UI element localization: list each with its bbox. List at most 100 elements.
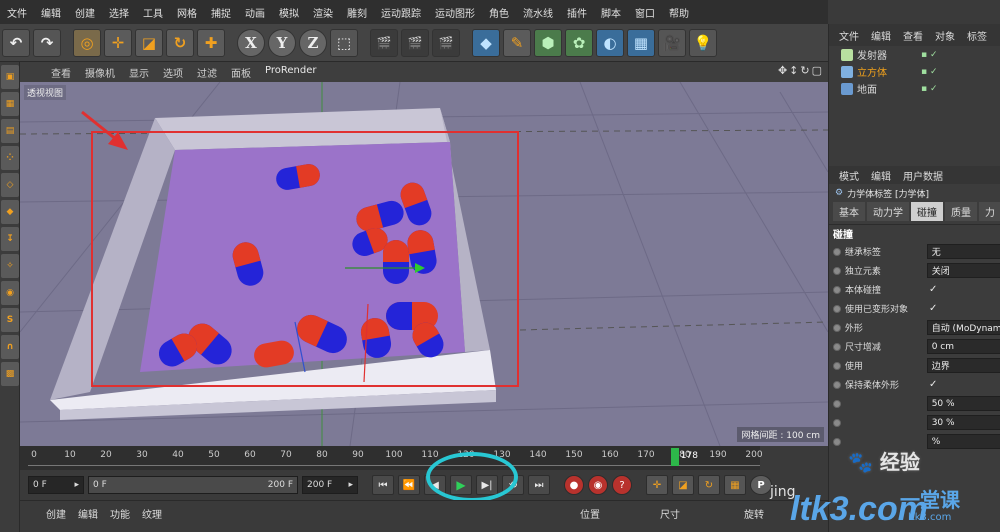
- polygons-mode-icon[interactable]: ◆: [1, 200, 19, 224]
- viewport-menu-item-4[interactable]: 过滤: [190, 65, 224, 80]
- menu-item-15[interactable]: 插件: [560, 5, 594, 20]
- animate-dot-icon[interactable]: [833, 418, 841, 427]
- animate-dot-icon[interactable]: [833, 399, 841, 408]
- key-position-icon[interactable]: ✛: [646, 475, 668, 495]
- previous-key-icon[interactable]: ⏪: [398, 475, 420, 495]
- attribute-value-field[interactable]: 关闭: [926, 263, 1000, 278]
- points-mode-icon[interactable]: ⁘: [1, 146, 19, 170]
- menu-item-7[interactable]: 动画: [238, 5, 272, 20]
- attr-menu-mode[interactable]: 模式: [839, 168, 859, 183]
- deformer-icon[interactable]: ◐: [596, 28, 624, 57]
- redo-button[interactable]: ↷: [33, 28, 61, 57]
- go-to-start-icon[interactable]: ⏮: [372, 475, 394, 495]
- viewport-navigation-icons[interactable]: ✥↕↻▢: [778, 64, 824, 77]
- viewport-menu-item-2[interactable]: 显示: [122, 65, 156, 80]
- object-manager-tab-3[interactable]: 对象: [929, 28, 961, 43]
- menu-item-13[interactable]: 角色: [482, 5, 516, 20]
- object-manager-tab-2[interactable]: 查看: [897, 28, 929, 43]
- attribute-tab-3[interactable]: 质量: [945, 201, 977, 221]
- object-visibility-flags-icon[interactable]: ▪ ✓: [921, 67, 938, 77]
- snap-icon[interactable]: ◉: [1, 281, 19, 305]
- rotate-icon[interactable]: ↻: [166, 28, 194, 57]
- menu-item-10[interactable]: 雕刻: [340, 5, 374, 20]
- start-frame-field[interactable]: 0 F ▸: [28, 476, 84, 494]
- render-picture-viewer-icon[interactable]: 🎬: [401, 28, 429, 57]
- viewport-menu-item-3[interactable]: 选项: [156, 65, 190, 80]
- autokey-icon[interactable]: ◉: [588, 475, 608, 495]
- light-icon[interactable]: 💡: [689, 28, 717, 57]
- subdivision-icon[interactable]: ⬢: [534, 28, 562, 57]
- camera-icon[interactable]: 🎥: [658, 28, 686, 57]
- menu-item-11[interactable]: 运动跟踪: [374, 5, 428, 20]
- mograph-icon[interactable]: ✿: [565, 28, 593, 57]
- axis-mode-icon[interactable]: ↧: [1, 227, 19, 251]
- menu-item-17[interactable]: 窗口: [628, 5, 662, 20]
- attribute-value-field[interactable]: 30 %: [926, 415, 1000, 430]
- animate-dot-icon[interactable]: [833, 266, 841, 275]
- attribute-tab-1[interactable]: 动力学: [867, 201, 909, 221]
- animate-dot-icon[interactable]: [833, 380, 841, 389]
- animate-dot-icon[interactable]: [833, 304, 841, 313]
- object-row[interactable]: 立方体 ▪ ✓: [829, 63, 1000, 80]
- menu-item-18[interactable]: 帮助: [662, 5, 696, 20]
- animate-dot-icon[interactable]: [833, 247, 841, 256]
- attribute-value-field[interactable]: 无: [926, 244, 1000, 259]
- menu-item-6[interactable]: 捕捉: [204, 5, 238, 20]
- timeline-ruler[interactable]: 0 10 20 30 40 50 60 70 80 90 100 110 120 130 140 150 160…: [20, 446, 763, 470]
- viewport-menu-item-0[interactable]: 查看: [44, 65, 78, 80]
- object-visibility-flags-icon[interactable]: ▪ ✓: [921, 84, 938, 94]
- viewport-menu-item-1[interactable]: 摄像机: [78, 65, 122, 80]
- material-menu-function[interactable]: 功能: [110, 506, 130, 521]
- frame-range-slider[interactable]: 0 F 200 F: [88, 476, 298, 494]
- object-manager-tab-0[interactable]: 文件: [833, 28, 865, 43]
- record-icon[interactable]: ●: [564, 475, 584, 495]
- model-mode-icon[interactable]: ▣: [1, 65, 19, 89]
- material-menu-edit[interactable]: 编辑: [78, 506, 98, 521]
- menu-item-8[interactable]: 模拟: [272, 5, 306, 20]
- tweak-icon[interactable]: ✧: [1, 254, 19, 278]
- attr-menu-edit[interactable]: 编辑: [871, 168, 891, 183]
- scale-icon[interactable]: ◪: [135, 28, 163, 57]
- timeline-playhead[interactable]: [670, 448, 679, 466]
- floor-icon[interactable]: ▦: [627, 28, 655, 57]
- menu-item-0[interactable]: 文件: [0, 5, 34, 20]
- material-menu-texture[interactable]: 纹理: [142, 506, 162, 521]
- attribute-checkbox[interactable]: ✓: [929, 379, 937, 390]
- menu-item-9[interactable]: 渲染: [306, 5, 340, 20]
- material-menu-create[interactable]: 创建: [46, 506, 66, 521]
- attribute-tab-0[interactable]: 基本: [833, 201, 865, 221]
- axis-y-button[interactable]: Y: [268, 28, 296, 57]
- menu-item-12[interactable]: 运动图形: [428, 5, 482, 20]
- attribute-checkbox[interactable]: ✓: [929, 303, 937, 314]
- object-manager-tab-4[interactable]: 标签: [961, 28, 993, 43]
- axis-z-button[interactable]: Z: [299, 28, 327, 57]
- perspective-viewport[interactable]: 透视视图 网格间距 : 100 cm: [20, 82, 828, 446]
- object-manager-tab-1[interactable]: 编辑: [865, 28, 897, 43]
- menu-item-1[interactable]: 编辑: [34, 5, 68, 20]
- go-to-end-icon[interactable]: ⏭: [528, 475, 550, 495]
- render-settings-icon[interactable]: 🎬: [432, 28, 460, 57]
- attribute-value-field[interactable]: 自动 (MoDynam: [926, 320, 1000, 335]
- attribute-checkbox[interactable]: ✓: [929, 284, 937, 295]
- axis-x-button[interactable]: X: [237, 28, 265, 57]
- live-select-icon[interactable]: ◎: [73, 28, 101, 57]
- attribute-tab-2[interactable]: 碰撞: [911, 201, 943, 221]
- viewport-menu-item-6[interactable]: ProRender: [258, 65, 323, 80]
- menu-item-5[interactable]: 网格: [170, 5, 204, 20]
- attribute-tab-4[interactable]: 力: [979, 201, 1000, 221]
- animate-dot-icon[interactable]: [833, 285, 841, 294]
- magnet-icon[interactable]: ∩: [1, 335, 19, 359]
- end-frame-field[interactable]: 200 F ▸: [302, 476, 358, 494]
- menu-item-16[interactable]: 脚本: [594, 5, 628, 20]
- render-view-icon[interactable]: 🎬: [370, 28, 398, 57]
- texture-mode-icon[interactable]: ▦: [1, 92, 19, 116]
- key-scale-icon[interactable]: ◪: [672, 475, 694, 495]
- lock-icon[interactable]: S: [1, 308, 19, 332]
- transform-icon[interactable]: ✚: [197, 28, 225, 57]
- attribute-value-field[interactable]: 50 %: [926, 396, 1000, 411]
- cube-icon[interactable]: ◆: [472, 28, 500, 57]
- object-visibility-flags-icon[interactable]: ▪ ✓: [921, 50, 938, 60]
- menu-item-2[interactable]: 创建: [68, 5, 102, 20]
- menu-item-14[interactable]: 流水线: [516, 5, 560, 20]
- viewport-menu-item-5[interactable]: 面板: [224, 65, 258, 80]
